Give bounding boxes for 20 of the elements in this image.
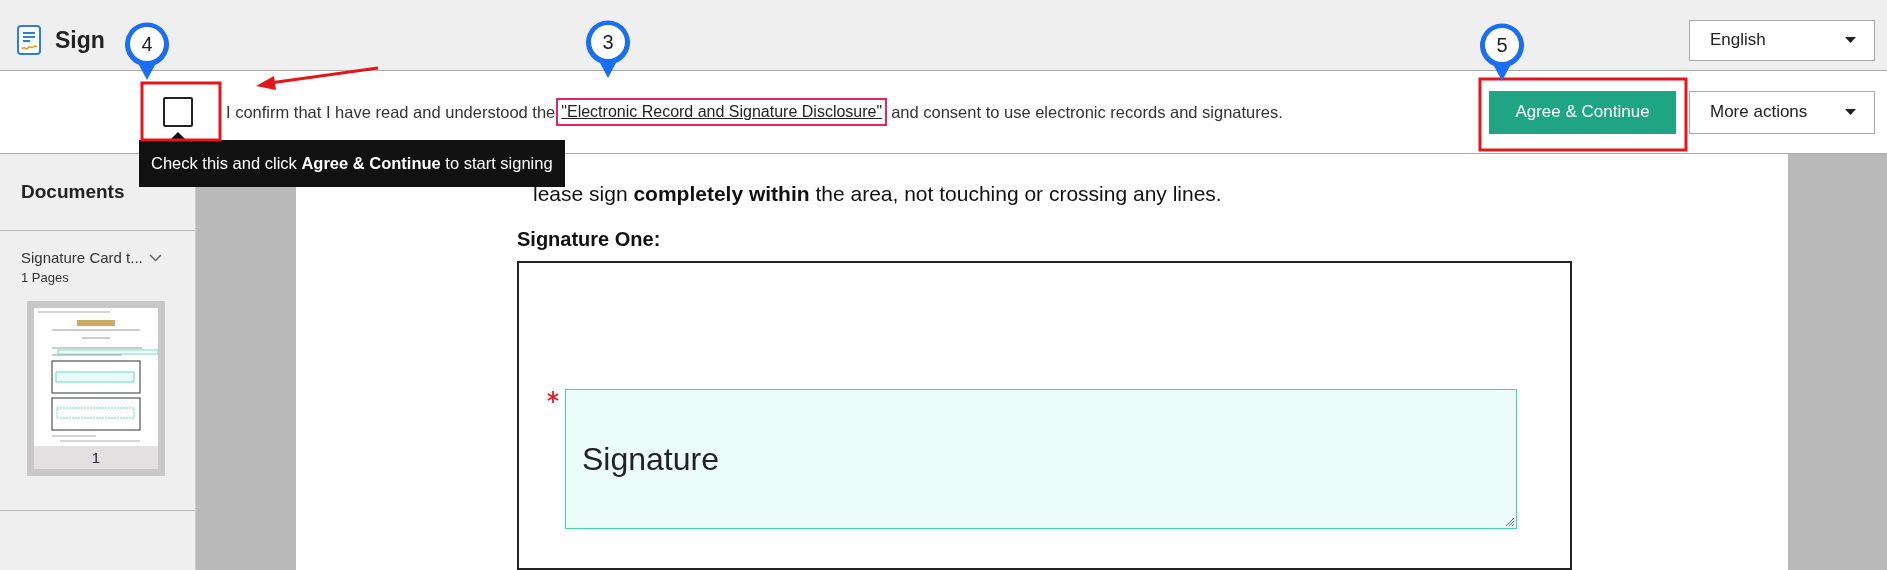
chevron-down-icon[interactable] [148,253,162,262]
signature-field[interactable]: Signature [565,389,1517,529]
language-dropdown[interactable]: English [1689,19,1875,61]
tooltip-pointer [170,132,186,140]
consent-checkbox[interactable] [163,97,193,127]
sign-document-icon [17,25,41,55]
caret-icon [1845,109,1856,115]
more-actions-dropdown[interactable]: More actions [1689,90,1875,134]
resize-handle-icon [1506,518,1514,526]
section-title: Signature One: [517,228,662,251]
tooltip: Check this and click Agree & Continue to start signing [139,140,565,187]
app-title: Sign [55,26,105,54]
page-count: 1 Pages [21,270,70,285]
document-name[interactable]: Signature Card t... [21,249,143,266]
consent-text: and consent to use electronic records and signatures. [891,102,1283,122]
page-thumbnail[interactable]: 1 [27,301,165,476]
disclosure-link[interactable]: "Electronic Record and Signature Disclosure" [561,103,883,121]
consent-text: I confirm that I have read and understood the [226,102,556,122]
caret-icon [1845,37,1856,43]
page-number: 1 [34,446,158,469]
